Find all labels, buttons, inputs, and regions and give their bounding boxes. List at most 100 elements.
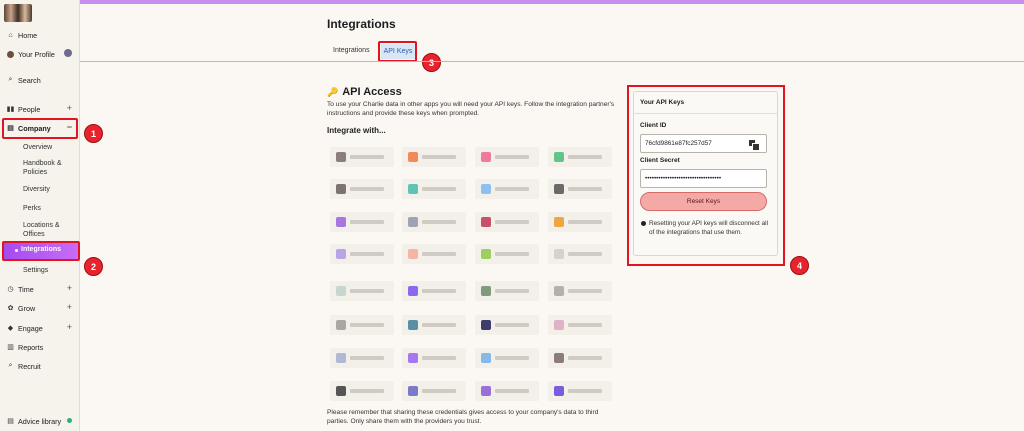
integration-logo[interactable] — [402, 315, 466, 335]
gear-icon[interactable] — [64, 49, 72, 57]
copy-icon[interactable] — [749, 140, 760, 151]
sidebar-item-recruit[interactable]: ⌕ Recruit — [6, 359, 76, 373]
integration-logo[interactable] — [330, 315, 394, 335]
integration-logo[interactable] — [330, 348, 394, 368]
sidebar-item-grow[interactable]: ✿ Grow + — [6, 301, 76, 315]
integration-logo[interactable] — [475, 212, 539, 232]
partner-logo-text — [568, 220, 602, 224]
company-avatar[interactable] — [4, 4, 32, 22]
integration-logo[interactable] — [548, 281, 612, 301]
sidebar-item-people[interactable]: ▮▮ People + — [6, 102, 76, 116]
reset-keys-button[interactable]: Reset Keys — [640, 192, 767, 211]
integration-logo[interactable] — [475, 348, 539, 368]
sidebar-sub-settings[interactable]: Settings — [23, 266, 78, 275]
sidebar-item-reports[interactable]: ▥ Reports — [6, 340, 76, 354]
partner-logo-text — [495, 356, 529, 360]
expand-icon[interactable]: + — [67, 302, 72, 312]
integration-logo[interactable] — [330, 179, 394, 199]
sidebar-sub-overview[interactable]: Overview — [23, 143, 78, 152]
annotation-badge-3: 3 — [422, 53, 441, 72]
expand-icon[interactable]: + — [67, 283, 72, 293]
sidebar-sub-diversity[interactable]: Diversity — [23, 185, 78, 194]
partner-logo-icon — [336, 249, 346, 259]
people-icon: ▮▮ — [6, 106, 15, 113]
partner-logo-text — [350, 389, 384, 393]
partner-logo-text — [495, 289, 529, 293]
expand-icon[interactable]: + — [67, 103, 72, 113]
integration-logo[interactable] — [548, 381, 612, 401]
client-secret-field[interactable]: •••••••••••••••••••••••••••••••••• — [640, 169, 767, 188]
partner-logo-icon — [554, 249, 564, 259]
partner-logo-text — [350, 155, 384, 159]
api-access-heading: 🔑 API Access — [327, 86, 402, 98]
tab-integrations[interactable]: Integrations — [333, 47, 370, 54]
partner-logo-icon — [481, 184, 491, 194]
partner-logo-text — [568, 289, 602, 293]
sidebar-item-profile[interactable]: Your Profile — [6, 47, 76, 61]
partner-logo-text — [422, 356, 456, 360]
integration-logo[interactable] — [330, 212, 394, 232]
partner-logo-text — [350, 187, 384, 191]
integration-logo[interactable] — [402, 212, 466, 232]
partner-logo-text — [568, 155, 602, 159]
integration-logo[interactable] — [475, 315, 539, 335]
partner-logo-text — [495, 389, 529, 393]
integration-logo[interactable] — [475, 381, 539, 401]
integration-logo[interactable] — [402, 381, 466, 401]
integration-logo[interactable] — [548, 244, 612, 264]
top-accent-bar — [80, 0, 1024, 4]
partner-logo-icon — [481, 353, 491, 363]
partner-logo-icon — [336, 286, 346, 296]
partner-logo-icon — [408, 152, 418, 162]
integration-logo[interactable] — [402, 244, 466, 264]
partner-logo-text — [495, 155, 529, 159]
partner-logo-icon — [336, 320, 346, 330]
annotation-box-api-tab — [378, 41, 417, 62]
sidebar-item-engage[interactable]: ◆ Engage + — [6, 321, 76, 335]
integration-logo[interactable] — [548, 212, 612, 232]
key-icon: 🔑 — [327, 86, 339, 97]
sidebar-item-advice-library[interactable]: ▤ Advice library — [6, 414, 76, 428]
panel-title: Your API Keys — [640, 99, 685, 106]
integration-logo[interactable] — [548, 179, 612, 199]
integration-logo[interactable] — [402, 147, 466, 167]
sidebar-item-search[interactable]: ⌕ Search — [6, 73, 76, 87]
integration-logo[interactable] — [548, 315, 612, 335]
integration-logo[interactable] — [475, 179, 539, 199]
integration-logo[interactable] — [548, 348, 612, 368]
partner-logo-text — [568, 252, 602, 256]
annotation-badge-2: 2 — [84, 257, 103, 276]
partner-logo-icon — [408, 217, 418, 227]
integration-logo[interactable] — [475, 281, 539, 301]
integrate-heading: Integrate with... — [327, 126, 386, 135]
integration-logo[interactable] — [330, 381, 394, 401]
sidebar-sub-locations[interactable]: Locations & Offices — [23, 221, 78, 239]
partner-logo-text — [422, 323, 456, 327]
sidebar-item-time[interactable]: ◷ Time + — [6, 282, 76, 296]
partner-logo-text — [422, 252, 456, 256]
partner-logo-text — [350, 252, 384, 256]
integration-logo[interactable] — [402, 348, 466, 368]
partner-logo-icon — [408, 320, 418, 330]
integration-logo[interactable] — [475, 147, 539, 167]
partner-logo-icon — [481, 217, 491, 227]
integration-logo[interactable] — [330, 244, 394, 264]
integration-logo[interactable] — [548, 147, 612, 167]
integration-logo[interactable] — [330, 147, 394, 167]
search-icon: ⌕ — [8, 76, 13, 83]
integration-logo[interactable] — [402, 179, 466, 199]
expand-icon[interactable]: + — [67, 322, 72, 332]
bar-chart-icon: ▥ — [7, 344, 14, 351]
integration-logo[interactable] — [402, 281, 466, 301]
info-icon — [641, 221, 646, 226]
integration-logo[interactable] — [330, 281, 394, 301]
sidebar-sub-handbook[interactable]: Handbook & Policies — [23, 159, 78, 177]
sidebar-sub-perks[interactable]: Perks — [23, 204, 78, 213]
integration-logo[interactable] — [475, 244, 539, 264]
sidebar-item-home[interactable]: ⌂ Home — [6, 28, 76, 42]
sidebar: ⌂ Home Your Profile ⌕ Search ▮▮ People +… — [0, 0, 80, 431]
home-icon: ⌂ — [8, 31, 13, 39]
profile-icon — [6, 50, 15, 59]
partner-logo-text — [495, 323, 529, 327]
client-id-field[interactable]: 76cfd9861e87fc257d57 — [640, 134, 767, 153]
